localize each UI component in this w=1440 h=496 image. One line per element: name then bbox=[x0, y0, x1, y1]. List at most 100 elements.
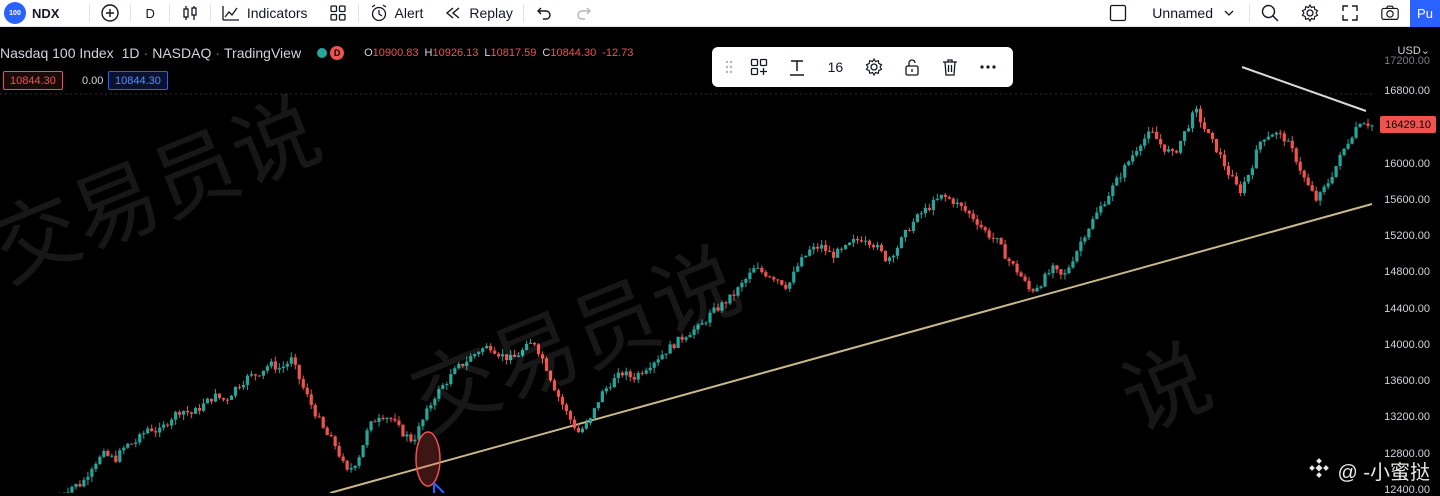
price-tick-label: 13200.00 bbox=[1384, 411, 1430, 424]
candle-body bbox=[967, 210, 971, 214]
snapshot-button[interactable] bbox=[1370, 0, 1410, 27]
settings-button[interactable] bbox=[1290, 0, 1330, 27]
more-options-button[interactable] bbox=[974, 53, 1002, 81]
symbol-legend[interactable]: Nasdaq 100 Index 1D · NASDAQ · TradingVi… bbox=[0, 44, 633, 62]
candle-body bbox=[768, 276, 772, 278]
candle-body bbox=[174, 412, 178, 420]
candle-body bbox=[102, 450, 106, 457]
candle-body bbox=[289, 357, 293, 364]
candle-body bbox=[584, 423, 588, 429]
publish-button[interactable]: Pu bbox=[1410, 0, 1440, 27]
templates-button[interactable] bbox=[318, 0, 358, 27]
current-price-label: 16429.10 bbox=[1380, 116, 1436, 133]
add-template-button[interactable] bbox=[745, 53, 773, 81]
candle-body bbox=[784, 284, 788, 289]
candle-body bbox=[796, 266, 800, 272]
font-size-button[interactable]: 16 bbox=[821, 53, 849, 81]
sell-price-box[interactable]: 10844.30 bbox=[3, 71, 63, 90]
undo-button[interactable] bbox=[524, 0, 564, 27]
candle-body bbox=[883, 250, 888, 262]
search-button[interactable] bbox=[1250, 0, 1290, 27]
candle-body bbox=[293, 357, 297, 365]
interval-button[interactable]: D bbox=[131, 0, 168, 27]
candle-body bbox=[1171, 149, 1175, 151]
candle-body bbox=[142, 433, 146, 435]
candle-body bbox=[1330, 176, 1334, 184]
candle-body bbox=[1087, 228, 1091, 238]
more-icon bbox=[980, 65, 996, 69]
drag-handle-icon[interactable] bbox=[723, 53, 735, 81]
candle-body bbox=[70, 486, 74, 493]
candle-body bbox=[213, 393, 218, 402]
compare-button[interactable] bbox=[90, 0, 130, 27]
candle-body bbox=[337, 445, 341, 457]
candle-body bbox=[1075, 251, 1079, 262]
candle-body bbox=[999, 238, 1003, 245]
text-color-button[interactable] bbox=[783, 53, 811, 81]
candle-body bbox=[273, 361, 277, 370]
candle-body bbox=[983, 227, 987, 231]
candle-body bbox=[1103, 204, 1107, 207]
indicators-button[interactable]: Indicators bbox=[211, 0, 318, 27]
candle-body bbox=[1091, 218, 1095, 229]
alert-button[interactable]: Alert bbox=[359, 0, 434, 27]
candle-body bbox=[1027, 280, 1031, 290]
close-value: 10844.30 bbox=[550, 47, 597, 59]
candle-body bbox=[907, 229, 912, 231]
candle-body bbox=[788, 282, 792, 289]
candle-body bbox=[1019, 272, 1023, 277]
candle-body bbox=[847, 242, 852, 245]
layout-button[interactable] bbox=[1098, 0, 1138, 27]
candle-body bbox=[867, 240, 872, 246]
symbol-search-button[interactable]: 100 NDX bbox=[0, 0, 69, 27]
candle-body bbox=[1178, 140, 1183, 153]
candle-body bbox=[341, 456, 345, 461]
candle-body bbox=[134, 442, 138, 444]
candle-body bbox=[995, 238, 999, 240]
candle-body bbox=[808, 249, 812, 256]
candle-body bbox=[840, 248, 844, 250]
candle-body bbox=[170, 419, 174, 426]
candle-body bbox=[903, 229, 908, 238]
drawing-settings-button[interactable] bbox=[860, 53, 888, 81]
delete-button[interactable] bbox=[936, 53, 964, 81]
top-toolbar: 100 NDX D Indicators Alert Replay Unname… bbox=[0, 0, 1440, 27]
candle-body bbox=[1031, 289, 1035, 292]
candle-body bbox=[245, 375, 250, 385]
candle-body bbox=[879, 244, 884, 251]
fullscreen-button[interactable] bbox=[1330, 0, 1370, 27]
gear-icon bbox=[1300, 3, 1320, 23]
candle-body bbox=[844, 244, 848, 249]
alert-label: Alert bbox=[394, 5, 424, 21]
candle-body bbox=[592, 408, 596, 419]
candle-body bbox=[369, 421, 373, 431]
replay-button[interactable]: Replay bbox=[433, 0, 523, 27]
chart-type-button[interactable] bbox=[170, 0, 210, 27]
candle-body bbox=[875, 244, 880, 248]
candle-body bbox=[413, 439, 417, 442]
candle-body bbox=[313, 405, 317, 417]
lock-button[interactable] bbox=[898, 53, 926, 81]
symbol-label: NDX bbox=[32, 5, 60, 21]
plus-circle-icon bbox=[100, 3, 120, 23]
candle-body bbox=[1167, 149, 1171, 152]
candle-body bbox=[740, 282, 744, 288]
cursor-arrow-icon bbox=[433, 482, 445, 493]
candle-body bbox=[1190, 112, 1195, 129]
buy-price-box[interactable]: 10844.30 bbox=[108, 71, 168, 90]
candle-body bbox=[1210, 133, 1215, 139]
candle-body bbox=[301, 379, 305, 388]
candle-body bbox=[927, 207, 931, 210]
candle-body bbox=[1346, 143, 1350, 149]
price-tick-label: 15600.00 bbox=[1384, 193, 1430, 206]
replay-label: Replay bbox=[469, 5, 513, 21]
redo-button[interactable] bbox=[564, 0, 604, 27]
candle-body bbox=[915, 214, 919, 222]
separator-dot: · bbox=[143, 45, 149, 61]
candle-body bbox=[1007, 258, 1011, 262]
watermark-credit: @ -小蜜挞 bbox=[1309, 456, 1430, 485]
candle-body bbox=[568, 411, 573, 420]
candle-body bbox=[305, 387, 309, 395]
candle-body bbox=[1043, 274, 1047, 287]
layout-name-button[interactable]: Unnamed bbox=[1138, 0, 1249, 27]
